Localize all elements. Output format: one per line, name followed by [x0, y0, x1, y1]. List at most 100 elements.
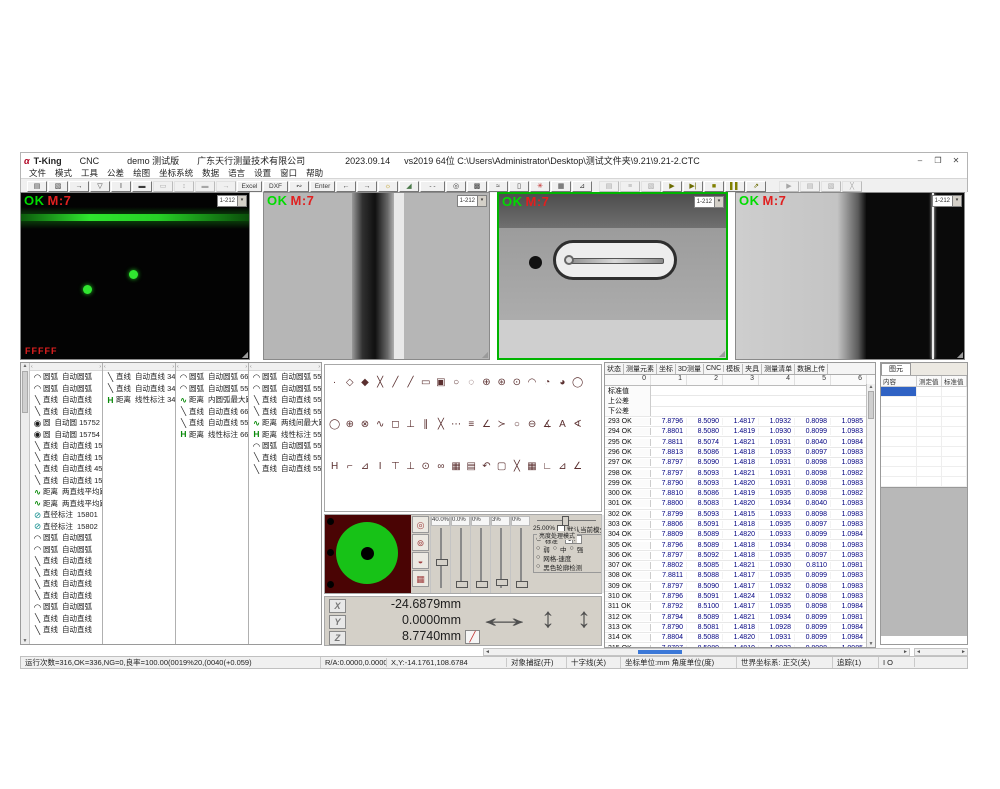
table-row[interactable]: 302 OK7.87998.50931.48151.09330.80981.09…: [605, 510, 875, 520]
delete-tool[interactable]: ╳: [509, 459, 524, 475]
element-row[interactable]: [881, 397, 967, 407]
region-tool[interactable]: ◻: [388, 417, 403, 433]
column-header[interactable]: 2: [687, 375, 723, 385]
edge-tool-button[interactable]: I: [111, 181, 131, 192]
minus-minus-button[interactable]: - -: [420, 181, 445, 192]
table-calc-tool[interactable]: ▦: [524, 459, 539, 475]
measure-item[interactable]: ╲直线自动直线: [30, 578, 102, 590]
arc-scan-tool[interactable]: ◔: [540, 375, 555, 391]
measure-item[interactable]: ∿距离两线间最大距: [249, 417, 321, 429]
measure-item[interactable]: ◠圆弧自动圆弧 55: [176, 383, 248, 395]
chain-tool[interactable]: ∞: [433, 459, 448, 475]
dxf-export-button[interactable]: DXF: [263, 181, 288, 192]
measure-item[interactable]: ◠圆弧自动圆弧: [30, 544, 102, 556]
measure-item[interactable]: ◠圆弧自动圆弧: [30, 532, 102, 544]
radio-grid-speed[interactable]: ○: [536, 554, 540, 561]
menu-item-模式[interactable]: 模式: [55, 167, 72, 179]
element-row[interactable]: [881, 427, 967, 437]
elements-horizontal-scrollbar[interactable]: ◄ ►: [914, 648, 968, 656]
plumb-tool[interactable]: ⊙: [418, 459, 433, 475]
element-col-header[interactable]: 测定值: [917, 376, 942, 386]
table-row[interactable]: 312 OK7.87948.50891.48211.09340.80991.09…: [605, 613, 875, 623]
column-header[interactable]: 0: [605, 375, 651, 385]
camera-resize-grip[interactable]: ◢: [957, 351, 963, 359]
column-header[interactable]: 4: [759, 375, 795, 385]
camera-view-1[interactable]: OKM:7 1-212 ▾ FFFFF ◢: [20, 192, 250, 360]
scroll-up-icon[interactable]: ▲: [21, 363, 29, 369]
line-tool[interactable]: ╱: [388, 375, 403, 391]
beam-tool[interactable]: ⊤: [388, 459, 403, 475]
curve-tool[interactable]: ∿: [373, 417, 388, 433]
element-col-header[interactable]: 内容: [881, 376, 917, 386]
table-row[interactable]: 296 OK7.88138.50861.48181.09330.80971.09…: [605, 448, 875, 458]
menu-item-绘图[interactable]: 绘图: [133, 167, 150, 179]
scroll-left-icon[interactable]: ◄: [916, 649, 921, 655]
table-row[interactable]: 306 OK7.87978.50921.48181.09350.80971.09…: [605, 551, 875, 561]
run-button[interactable]: ▶: [662, 181, 682, 192]
rect-auto-tool[interactable]: ▣: [433, 375, 448, 391]
column-header[interactable]: 3: [723, 375, 759, 385]
slider-thumb[interactable]: [562, 516, 569, 526]
list-vertical-scrollbar[interactable]: ▲ ▼: [21, 363, 30, 644]
slider-thumb[interactable]: [476, 581, 488, 588]
save-button[interactable]: ▤: [27, 181, 47, 192]
camera-4-magnification-select[interactable]: 1-212 ▾: [932, 195, 962, 207]
table-row[interactable]: 300 OK7.88108.50861.48191.09350.80981.09…: [605, 489, 875, 499]
run-to-end-button[interactable]: ▶|: [683, 181, 703, 192]
measure-item[interactable]: ╲直线自动直线 55: [249, 463, 321, 475]
measure-item[interactable]: ╲直线自动直线: [30, 406, 102, 418]
measure-item[interactable]: ⊘直径标注15802: [30, 521, 102, 533]
list-hscrollbar[interactable]: ‹›: [30, 363, 102, 371]
path-button[interactable]: ∾: [289, 181, 309, 192]
prev-button[interactable]: ←: [336, 181, 356, 192]
text-tool[interactable]: A: [555, 417, 570, 433]
measure-item[interactable]: ╲直线自动直线 15: [30, 452, 102, 464]
tab-状态[interactable]: 状态: [605, 364, 624, 374]
light-channel-slider[interactable]: 40.0%: [430, 515, 450, 593]
table-row[interactable]: 298 OK7.87978.50931.48211.09310.80981.09…: [605, 468, 875, 478]
measure-item[interactable]: H距离线性标注 55: [249, 429, 321, 441]
menu-item-窗口[interactable]: 窗口: [280, 167, 297, 179]
camera-resize-grip[interactable]: ◢: [719, 350, 725, 358]
master-light-slider[interactable]: [533, 516, 606, 524]
measure-item[interactable]: ╲直线自动直线 55: [249, 406, 321, 418]
tab-坐标[interactable]: 坐标: [657, 364, 676, 374]
ellipse-tool[interactable]: ◯: [327, 417, 342, 433]
coord3-tool[interactable]: ∠: [570, 459, 585, 475]
tab-模板[interactable]: 模板: [724, 364, 743, 374]
pick-tool[interactable]: ◇: [342, 375, 357, 391]
radio-black-contour[interactable]: ○: [536, 563, 540, 570]
measure-item[interactable]: ◠圆弧自动圆弧 66: [176, 371, 248, 383]
multiline-tool[interactable]: ≡: [464, 417, 479, 433]
camera-view-4[interactable]: OKM:7 1-212 ▾ ◢: [735, 192, 965, 360]
menu-item-数据[interactable]: 数据: [202, 167, 219, 179]
x-axis-button[interactable]: X: [329, 599, 346, 613]
perpendicular-tool[interactable]: ⊥: [403, 417, 418, 433]
element-row[interactable]: [881, 407, 967, 417]
measure-item[interactable]: ◠圆弧自动圆弧: [30, 371, 102, 383]
slider-thumb[interactable]: [516, 581, 528, 588]
measure-item[interactable]: ╲直线自动直线: [30, 624, 102, 636]
arc-tool[interactable]: ◠: [524, 375, 539, 391]
measure-item[interactable]: ╲直线自动直线 55: [176, 417, 248, 429]
radio-medium[interactable]: ○: [553, 545, 557, 552]
scroll-left-icon[interactable]: ◄: [485, 649, 490, 655]
circle-auto-tool[interactable]: ⊕: [479, 375, 494, 391]
measure-item[interactable]: H距离线性标注 34: [103, 394, 175, 406]
hatch-button[interactable]: ▩: [467, 181, 487, 192]
measure-item[interactable]: ╲直线自动直线: [30, 394, 102, 406]
line2-tool[interactable]: ╱: [403, 375, 418, 391]
table-vertical-scrollbar[interactable]: ▲▼: [866, 384, 875, 647]
cross-tool[interactable]: ╳: [433, 417, 448, 433]
ring-half-button[interactable]: ◒: [412, 552, 429, 569]
pause-button[interactable]: ▌▌: [725, 181, 745, 192]
list-hscrollbar[interactable]: ‹›: [249, 363, 321, 371]
light-channel-slider[interactable]: 3%: [490, 515, 510, 593]
slope-dim-tool[interactable]: ⊿: [357, 459, 372, 475]
measure-item[interactable]: ╲直线自动直线 45: [30, 463, 102, 475]
base-tool[interactable]: ⊥: [403, 459, 418, 475]
table-row[interactable]: 309 OK7.87978.50901.48171.09320.80981.09…: [605, 582, 875, 592]
angle2-tool[interactable]: ∡: [540, 417, 555, 433]
circle-tool[interactable]: ○: [449, 375, 464, 391]
ring-grid-button[interactable]: ▦: [412, 570, 429, 587]
